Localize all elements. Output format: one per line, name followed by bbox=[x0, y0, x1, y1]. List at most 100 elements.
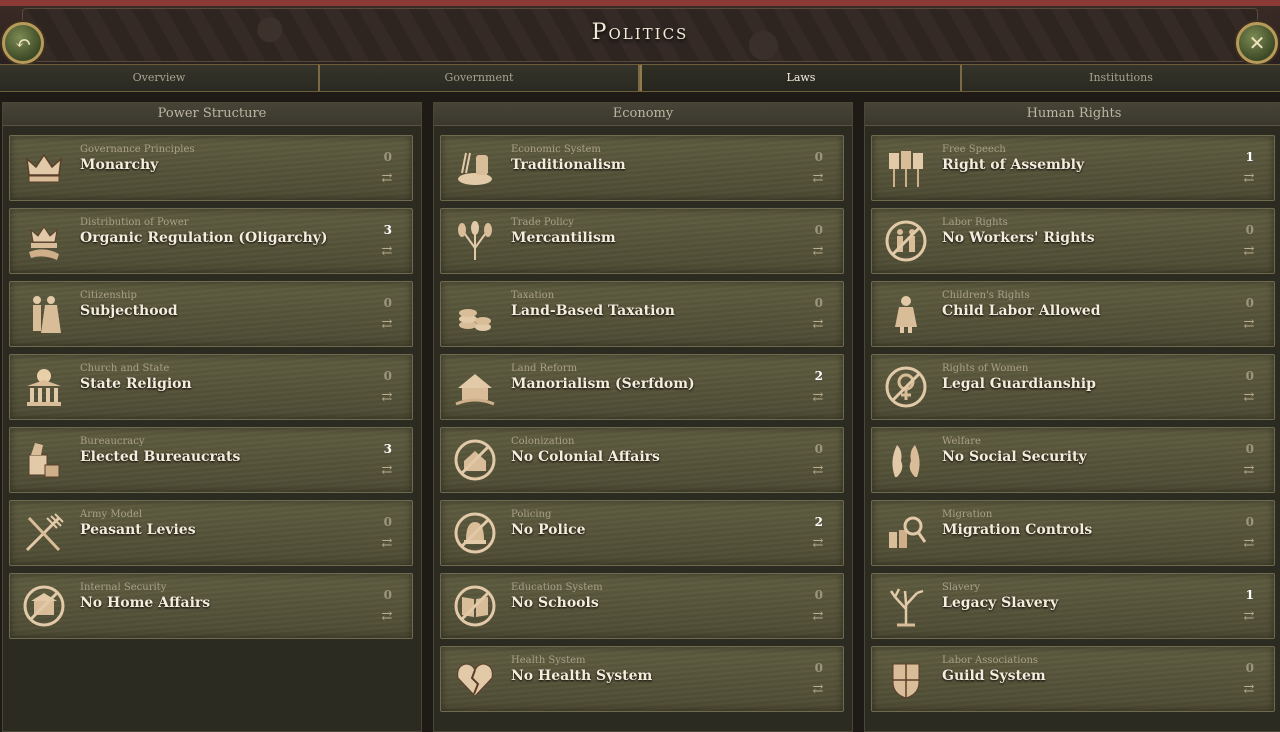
law-card[interactable]: Labor Rights No Workers' Rights 0 ⇄ bbox=[871, 208, 1275, 274]
law-name: State Religion bbox=[80, 376, 192, 392]
law-card[interactable]: Distribution of Power Organic Regulation … bbox=[9, 208, 413, 274]
law-card[interactable]: Bureaucracy Elected Bureaucrats 3 ⇄ bbox=[9, 427, 413, 493]
change-law-icon[interactable]: ⇄ bbox=[809, 172, 827, 186]
change-law-icon[interactable]: ⇄ bbox=[1240, 318, 1258, 332]
crown-scroll-icon bbox=[18, 215, 70, 267]
law-category: Distribution of Power bbox=[80, 217, 189, 228]
law-card[interactable]: Church and State State Religion 0 ⇄ bbox=[9, 354, 413, 420]
no-book-icon bbox=[449, 580, 501, 632]
law-card[interactable]: Migration Migration Controls 0 ⇄ bbox=[871, 500, 1275, 566]
law-name: Organic Regulation (Oligarchy) bbox=[80, 230, 328, 246]
law-card[interactable]: Policing No Police 2 ⇄ bbox=[440, 500, 844, 566]
tab-laws[interactable]: Laws bbox=[640, 65, 962, 91]
dead-tree-icon bbox=[880, 580, 932, 632]
change-law-icon[interactable]: ⇄ bbox=[1240, 464, 1258, 478]
law-card[interactable]: Labor Associations Guild System 0 ⇄ bbox=[871, 646, 1275, 712]
inkwell-icon bbox=[18, 434, 70, 486]
law-name: No Colonial Affairs bbox=[511, 449, 660, 465]
law-change-count: 0 bbox=[814, 296, 823, 310]
law-change-count: 0 bbox=[814, 588, 823, 602]
change-law-icon[interactable]: ⇄ bbox=[378, 464, 396, 478]
law-category: Taxation bbox=[511, 290, 555, 301]
change-law-icon[interactable]: ⇄ bbox=[378, 610, 396, 624]
change-law-icon[interactable]: ⇄ bbox=[1240, 610, 1258, 624]
no-female-icon bbox=[880, 361, 932, 413]
change-law-icon[interactable]: ⇄ bbox=[809, 318, 827, 332]
law-card[interactable]: Welfare No Social Security 0 ⇄ bbox=[871, 427, 1275, 493]
law-card[interactable]: Health System No Health System 0 ⇄ bbox=[440, 646, 844, 712]
no-house-icon bbox=[449, 434, 501, 486]
change-law-icon[interactable]: ⇄ bbox=[1240, 172, 1258, 186]
law-change-count: 0 bbox=[383, 369, 392, 383]
law-name: No Schools bbox=[511, 595, 599, 611]
law-change-count: 0 bbox=[1245, 223, 1254, 237]
change-law-icon[interactable]: ⇄ bbox=[809, 245, 827, 259]
law-change-count: 0 bbox=[814, 661, 823, 675]
column-title: Economy bbox=[434, 103, 852, 126]
law-card[interactable]: Taxation Land-Based Taxation 0 ⇄ bbox=[440, 281, 844, 347]
law-card[interactable]: Citizenship Subjecthood 0 ⇄ bbox=[9, 281, 413, 347]
law-change-count: 0 bbox=[1245, 661, 1254, 675]
change-law-icon[interactable]: ⇄ bbox=[1240, 391, 1258, 405]
change-law-icon[interactable]: ⇄ bbox=[1240, 245, 1258, 259]
law-card[interactable]: Colonization No Colonial Affairs 0 ⇄ bbox=[440, 427, 844, 493]
law-card[interactable]: Army Model Peasant Levies 0 ⇄ bbox=[9, 500, 413, 566]
change-law-icon[interactable]: ⇄ bbox=[809, 610, 827, 624]
law-card[interactable]: Economic System Traditionalism 0 ⇄ bbox=[440, 135, 844, 201]
back-button[interactable]: ↶ bbox=[2, 22, 44, 64]
law-category: Labor Rights bbox=[942, 217, 1008, 228]
law-card[interactable]: Education System No Schools 0 ⇄ bbox=[440, 573, 844, 639]
law-change-count: 1 bbox=[1245, 588, 1254, 602]
law-category: Free Speech bbox=[942, 144, 1006, 155]
law-card[interactable]: Trade Policy Mercantilism 0 ⇄ bbox=[440, 208, 844, 274]
law-change-count: 0 bbox=[814, 150, 823, 164]
law-category: Migration bbox=[942, 509, 993, 520]
law-name: Mercantilism bbox=[511, 230, 616, 246]
tab-government[interactable]: Government bbox=[320, 65, 640, 91]
law-category: Citizenship bbox=[80, 290, 137, 301]
change-law-icon[interactable]: ⇄ bbox=[378, 318, 396, 332]
pitchfork-icon bbox=[18, 507, 70, 559]
change-law-icon[interactable]: ⇄ bbox=[378, 245, 396, 259]
law-name: Subjecthood bbox=[80, 303, 178, 319]
law-category: Church and State bbox=[80, 363, 170, 374]
law-card[interactable]: Land Reform Manorialism (Serfdom) 2 ⇄ bbox=[440, 354, 844, 420]
page-title: Politics bbox=[591, 20, 689, 45]
law-card[interactable]: Slavery Legacy Slavery 1 ⇄ bbox=[871, 573, 1275, 639]
law-card[interactable]: Internal Security No Home Affairs 0 ⇄ bbox=[9, 573, 413, 639]
law-change-count: 0 bbox=[1245, 442, 1254, 456]
hands-icon bbox=[880, 434, 932, 486]
law-name: Elected Bureaucrats bbox=[80, 449, 241, 465]
change-law-icon[interactable]: ⇄ bbox=[809, 391, 827, 405]
law-card[interactable]: Governance Principles Monarchy 0 ⇄ bbox=[9, 135, 413, 201]
law-column-power-structure: Power Structure Governance Principles Mona… bbox=[2, 102, 422, 732]
change-law-icon[interactable]: ⇄ bbox=[1240, 683, 1258, 697]
tab-institutions[interactable]: Institutions bbox=[962, 65, 1280, 91]
law-name: No Home Affairs bbox=[80, 595, 211, 611]
change-law-icon[interactable]: ⇄ bbox=[378, 537, 396, 551]
law-name: Guild System bbox=[942, 668, 1046, 684]
law-change-count: 0 bbox=[814, 442, 823, 456]
manor-icon bbox=[449, 361, 501, 413]
change-law-icon[interactable]: ⇄ bbox=[1240, 537, 1258, 551]
law-change-count: 1 bbox=[1245, 150, 1254, 164]
law-card[interactable]: Rights of Women Legal Guardianship 0 ⇄ bbox=[871, 354, 1275, 420]
change-law-icon[interactable]: ⇄ bbox=[378, 172, 396, 186]
law-card[interactable]: Free Speech Right of Assembly 1 ⇄ bbox=[871, 135, 1275, 201]
change-law-icon[interactable]: ⇄ bbox=[809, 464, 827, 478]
close-button[interactable]: ✕ bbox=[1236, 22, 1278, 64]
law-name: No Police bbox=[511, 522, 586, 538]
law-change-count: 2 bbox=[814, 515, 823, 529]
law-card[interactable]: Children's Rights Child Labor Allowed 0 ⇄ bbox=[871, 281, 1275, 347]
change-law-icon[interactable]: ⇄ bbox=[809, 683, 827, 697]
tab-overview[interactable]: Overview bbox=[0, 65, 320, 91]
law-category: Governance Principles bbox=[80, 144, 195, 155]
law-category: Economic System bbox=[511, 144, 601, 155]
change-law-icon[interactable]: ⇄ bbox=[378, 391, 396, 405]
law-column-human-rights: Human Rights Free Speech Right of Assembly… bbox=[864, 102, 1280, 732]
law-category: Policing bbox=[511, 509, 552, 520]
law-name: Peasant Levies bbox=[80, 522, 196, 538]
law-name: Manorialism (Serfdom) bbox=[511, 376, 695, 392]
coins-icon bbox=[449, 288, 501, 340]
change-law-icon[interactable]: ⇄ bbox=[809, 537, 827, 551]
